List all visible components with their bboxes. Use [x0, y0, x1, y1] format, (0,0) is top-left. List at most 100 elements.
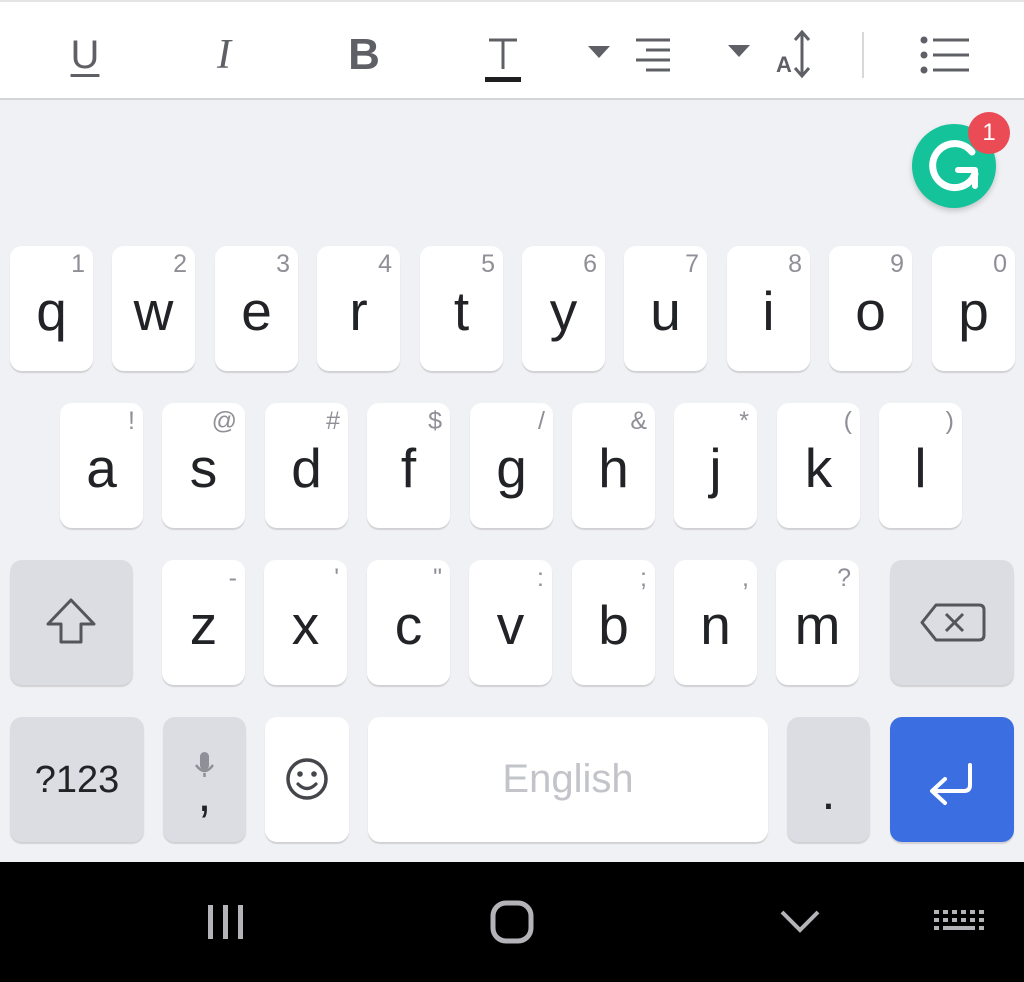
key-label: c: [394, 594, 423, 656]
key-label: j: [709, 437, 722, 499]
key-label: s: [189, 437, 218, 499]
key-m[interactable]: ? m: [776, 560, 859, 685]
align-right-icon: [588, 38, 670, 72]
key-hint: ": [433, 564, 442, 592]
key-hint: 5: [481, 250, 495, 278]
shift-key[interactable]: [10, 560, 133, 685]
comma-key[interactable]: ,: [163, 717, 246, 842]
key-label: e: [241, 280, 272, 342]
key-label: v: [496, 594, 525, 656]
key-hint: :: [537, 564, 544, 592]
key-r[interactable]: 4r: [317, 246, 400, 371]
home-button[interactable]: [482, 896, 542, 948]
enter-icon: [930, 763, 972, 805]
bullet-list-button[interactable]: [918, 20, 972, 90]
key-label: b: [598, 594, 629, 656]
recent-apps-icon: [208, 905, 243, 939]
key-z[interactable]: -z: [162, 560, 245, 685]
home-icon: [490, 900, 534, 944]
key-label: x: [291, 594, 320, 656]
alignment-button[interactable]: [584, 20, 676, 90]
key-y[interactable]: 6y: [522, 246, 605, 371]
key-label: z: [189, 594, 218, 656]
key-hint: 1: [71, 250, 85, 278]
key-label: n: [700, 594, 731, 656]
period-label: .: [821, 764, 836, 820]
key-hint: 0: [993, 250, 1007, 278]
key-hint: (: [843, 407, 852, 435]
key-e[interactable]: 3e: [215, 246, 298, 371]
key-d[interactable]: # d: [265, 403, 348, 528]
key-hint: 9: [890, 250, 904, 278]
key-q[interactable]: 1q: [10, 246, 93, 371]
key-label: t: [453, 280, 470, 342]
key-hint: 8: [788, 250, 802, 278]
key-hint: !: [128, 407, 135, 435]
key-v[interactable]: :v: [469, 560, 552, 685]
recent-apps-button[interactable]: [196, 902, 256, 944]
key-x[interactable]: ' x: [264, 560, 347, 685]
key-label: m: [794, 594, 841, 656]
key-label: l: [914, 437, 927, 499]
key-label: r: [349, 280, 368, 342]
font-size-label: A: [776, 52, 792, 77]
key-label: g: [496, 437, 527, 499]
key-b[interactable]: ; b: [572, 560, 655, 685]
key-p[interactable]: 0p: [932, 246, 1015, 371]
key-o[interactable]: 9o: [829, 246, 912, 371]
font-size-button[interactable]: A: [724, 20, 816, 90]
italic-label: I: [217, 32, 231, 78]
key-w[interactable]: 2w: [112, 246, 195, 371]
key-hint: -: [228, 564, 237, 592]
shift-icon: [46, 598, 96, 644]
symbols-key[interactable]: ?123: [10, 717, 144, 842]
key-a[interactable]: ! a: [60, 403, 143, 528]
text-color-button[interactable]: [478, 20, 528, 90]
key-n[interactable]: ,n: [674, 560, 757, 685]
backspace-icon: [920, 603, 986, 642]
font-size-icon: [728, 29, 811, 79]
key-hint: ,: [742, 564, 749, 592]
key-s[interactable]: @ s: [162, 403, 245, 528]
key-hint: &: [630, 407, 647, 435]
key-label: y: [549, 280, 578, 342]
notification-badge: 1: [968, 112, 1010, 154]
key-c[interactable]: " c: [367, 560, 450, 685]
key-hint: $: [428, 407, 442, 435]
space-key[interactable]: English: [368, 717, 768, 842]
key-label: f: [400, 437, 417, 499]
key-g[interactable]: / g: [470, 403, 553, 528]
italic-button[interactable]: I: [194, 20, 254, 90]
key-h[interactable]: & h: [572, 403, 655, 528]
key-j[interactable]: * j: [674, 403, 757, 528]
key-hint: #: [326, 407, 340, 435]
key-hint: ?: [837, 564, 851, 592]
period-key[interactable]: .: [787, 717, 870, 842]
key-label: a: [86, 437, 117, 499]
key-label: q: [36, 280, 67, 342]
key-hint: ;: [640, 564, 647, 592]
key-f[interactable]: $ f: [367, 403, 450, 528]
key-k[interactable]: (k: [777, 403, 860, 528]
key-hint: ': [334, 564, 339, 592]
symbols-label: ?123: [34, 759, 120, 801]
bullet-list-icon: [920, 36, 969, 74]
backspace-key[interactable]: [890, 560, 1014, 685]
key-u[interactable]: 7u: [624, 246, 707, 371]
emoji-key[interactable]: [265, 717, 349, 842]
key-hint: ): [945, 407, 954, 435]
emoji-icon: [286, 758, 328, 800]
underline-button[interactable]: U: [54, 20, 116, 90]
key-i[interactable]: 8i: [727, 246, 810, 371]
navigation-bar: [0, 862, 1024, 982]
key-hint: 3: [276, 250, 290, 278]
back-button[interactable]: [770, 902, 830, 944]
enter-key[interactable]: [890, 717, 1014, 842]
keyboard-switch-button[interactable]: [930, 902, 986, 944]
formatting-toolbar: U I B A: [0, 0, 1024, 100]
bold-button[interactable]: B: [334, 20, 394, 90]
key-t[interactable]: 5t: [420, 246, 503, 371]
toolbar-divider: [862, 32, 864, 78]
key-hint: 2: [173, 250, 187, 278]
key-l[interactable]: ) l: [879, 403, 962, 528]
